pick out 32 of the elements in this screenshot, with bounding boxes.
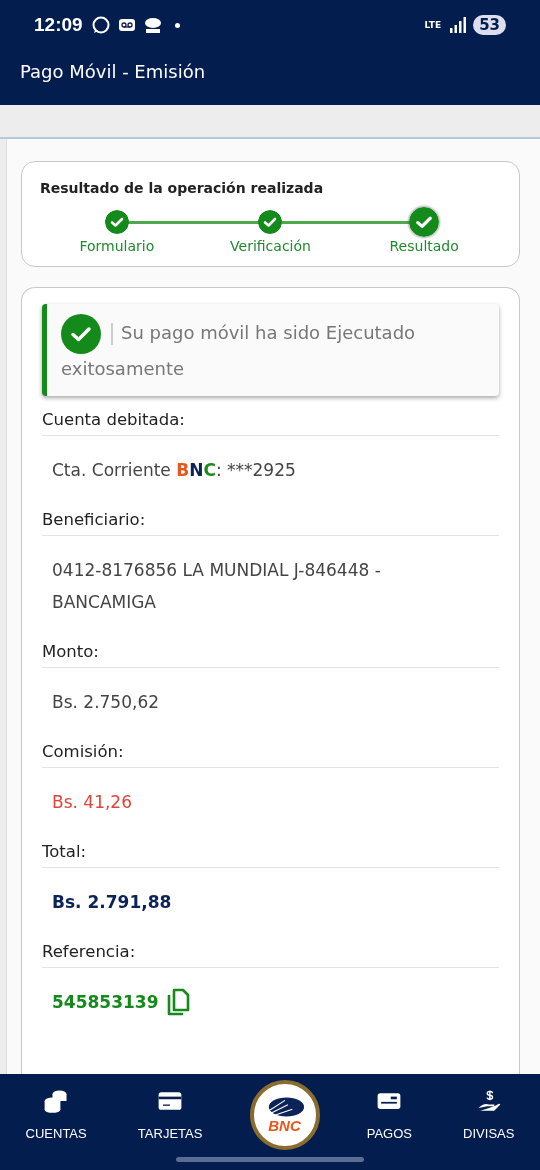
home-logo-button[interactable]: BNC [249,1080,320,1150]
screen-title: Pago Móvil - Emisión [20,61,206,84]
notification-dot [174,22,180,28]
nav-tab[interactable]: DIVISAS [459,1078,519,1151]
nav-tab[interactable]: TARJETAS [133,1078,207,1151]
network-label: LTE [424,20,442,30]
clock: 12:09 [34,14,83,36]
check-icon [61,314,101,354]
field-label: Cuenta debitada: [42,396,499,436]
reference-number: 545853139 [52,991,159,1014]
field-label: Comisión: [42,728,499,768]
success-message: Su pago móvil ha sido Ejecutado exitosamente [61,314,485,384]
field-value: Bs. 2.750,62 [51,691,161,714]
battery-indicator: 53 [473,15,506,35]
field-label: Monto: [42,628,499,668]
field-value: 0412-8176856 LA MUNDIAL J-846448 - BANCAMIGA [51,559,382,614]
nav-tab[interactable]: PAGOS [362,1078,416,1151]
step-label: Resultado [389,238,459,254]
step-label: Verificación [230,238,311,254]
field-label: Referencia: [42,928,499,968]
field-value: Bs. 2.791,88 [51,891,173,914]
copy-icon[interactable] [166,988,191,1016]
signal-icon [447,15,468,35]
nav-tab[interactable]: CUENTAS [21,1078,91,1151]
field-value: Bs. 41,26 [51,791,133,814]
progress-title: Resultado de la operación realizada [40,180,325,196]
field-value: Cta. Corriente BNC: ***2925 [51,459,297,482]
step-label: Formulario [79,238,155,254]
field-label: Beneficiario: [42,496,499,536]
chat-icon [90,15,111,35]
field-label: Total: [42,828,499,868]
logo-text: BNC [268,1118,301,1134]
